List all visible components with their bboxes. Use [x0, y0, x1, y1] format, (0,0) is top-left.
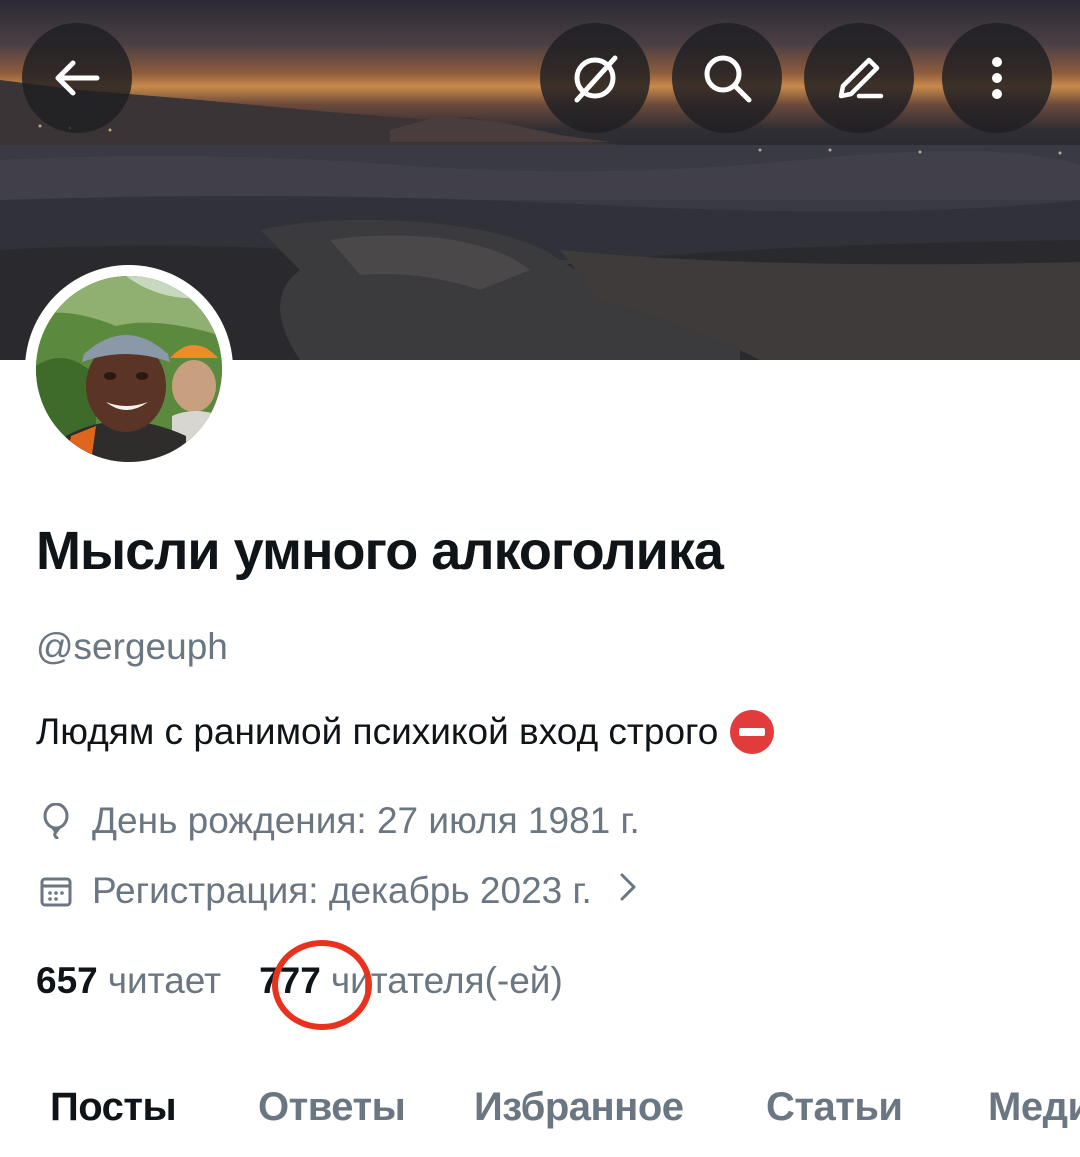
tab-posts[interactable]: Посты: [50, 1085, 177, 1130]
tab-media[interactable]: Медиа: [988, 1085, 1080, 1130]
more-vertical-icon: [992, 57, 1002, 99]
search-icon: [704, 55, 752, 103]
profile-handle: @sergeuph: [36, 626, 228, 667]
profile-bio: Людям с ранимой психикой вход строго: [36, 710, 775, 754]
birthday-row: День рождения: 27 июля 1981 г.: [36, 800, 640, 842]
edit-button[interactable]: [804, 23, 914, 133]
grok-button[interactable]: [540, 23, 650, 133]
tab-highlights[interactable]: Избранное: [474, 1085, 684, 1130]
highlight-circle: [272, 940, 372, 1030]
bio-text: Людям с ранимой психикой вход строго: [36, 711, 719, 752]
grok-icon: [574, 55, 618, 103]
avatar-photo: [36, 276, 222, 462]
following-label: читает: [107, 960, 222, 1001]
calendar-icon: [36, 871, 76, 911]
arrow-left-icon: [55, 60, 100, 96]
joined-text: Регистрация: декабрь 2023 г.: [92, 870, 592, 911]
joined-row[interactable]: Регистрация: декабрь 2023 г.: [36, 870, 638, 912]
following-link[interactable]: 657 читает: [36, 960, 221, 1002]
no-entry-icon: [730, 710, 775, 754]
edit-icon: [838, 57, 884, 99]
birthday-text: День рождения: 27 июля 1981 г.: [92, 800, 640, 841]
more-button[interactable]: [942, 23, 1052, 133]
profile-name: Мысли умного алкоголика: [36, 521, 724, 581]
following-count: 657: [36, 960, 98, 1001]
avatar[interactable]: [36, 276, 222, 462]
tab-articles[interactable]: Статьи: [766, 1085, 903, 1130]
search-button[interactable]: [672, 23, 782, 133]
profile-tabs: Посты Ответы Избранное Статьи Медиа: [0, 1085, 1080, 1145]
balloon-icon: [36, 801, 76, 841]
chevron-right-icon: [618, 870, 638, 912]
tab-replies[interactable]: Ответы: [258, 1085, 406, 1130]
back-button[interactable]: [22, 23, 132, 133]
